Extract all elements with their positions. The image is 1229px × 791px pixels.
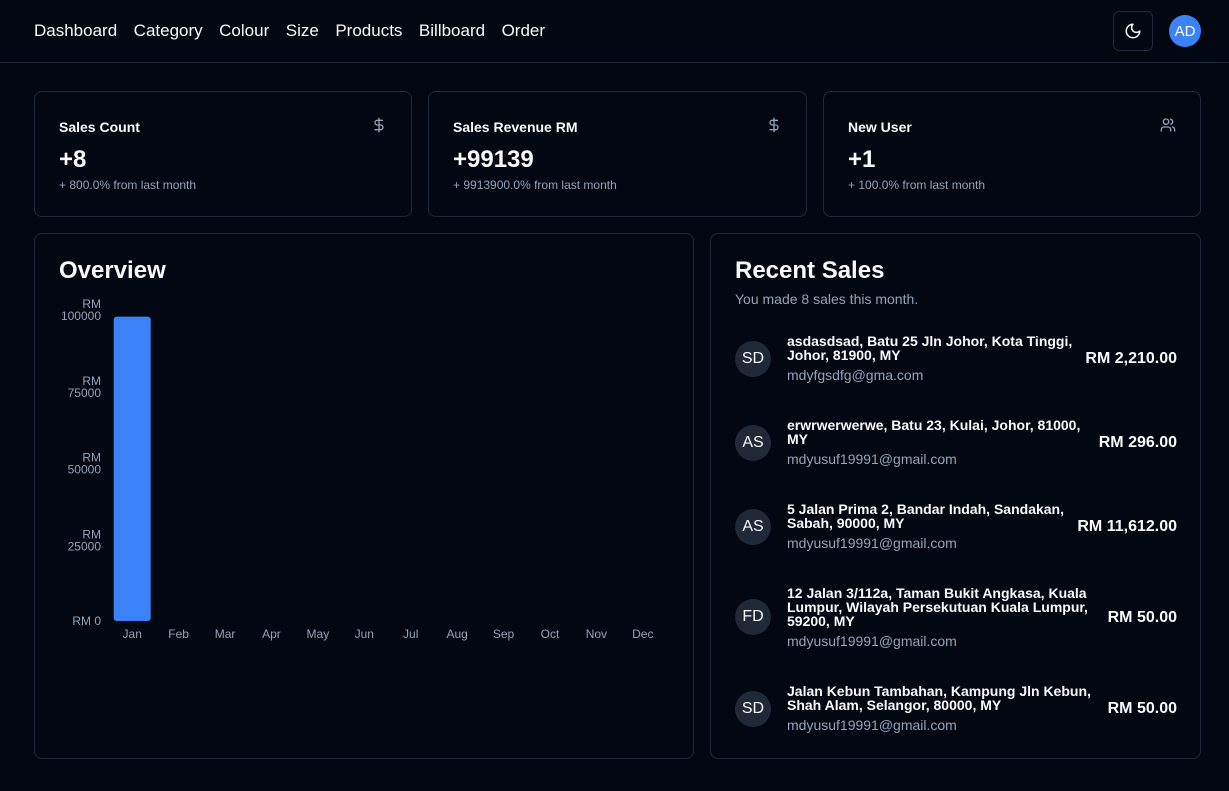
- sale-customer-address: erwrwerwerwe, Batu 23, Kulai, Johor, 810…: [787, 417, 1081, 447]
- moon-icon: [1125, 23, 1141, 39]
- x-tick-label: Apr: [262, 627, 281, 641]
- theme-toggle-button[interactable]: [1113, 11, 1153, 51]
- sale-customer-email: mdyusuf19991@gmail.com: [787, 451, 957, 467]
- sale-customer-email: mdyusuf19991@gmail.com: [787, 535, 957, 551]
- stat-title: Sales Revenue RM: [453, 119, 578, 135]
- stat-change: + 800.0% from last month: [59, 178, 197, 192]
- dollar-icon: [374, 117, 384, 133]
- overview-card: Overview RM 0 RM 25000 RM 50000 RM 75000 RM 1000…: [34, 233, 694, 759]
- stat-change: + 9913900.0% from last month: [453, 178, 617, 192]
- nav-dashboard[interactable]: Dashboard: [34, 21, 117, 41]
- main-nav: Dashboard Category Colour Size Products …: [34, 21, 562, 41]
- sale-amount: RM 50.00: [1107, 700, 1177, 717]
- x-tick-label: Dec: [632, 627, 653, 641]
- recent-sales-title: Recent Sales: [735, 257, 885, 284]
- avatar: AS: [735, 425, 771, 461]
- nav-colour[interactable]: Colour: [219, 21, 269, 41]
- sale-customer-address: 12 Jalan 3/112a, Taman Bukit Angkasa, Ku…: [787, 585, 1088, 629]
- x-tick-label: Nov: [586, 627, 607, 641]
- list-item: AS erwrwerwerwe, Batu 23, Kulai, Johor, …: [735, 418, 1177, 468]
- avatar: FD: [735, 599, 771, 635]
- top-navbar: Dashboard Category Colour Size Products …: [0, 0, 1229, 63]
- stat-card-new-user: New User +1 + 100.0% from last month: [823, 91, 1201, 217]
- x-tick-label: May: [307, 627, 330, 641]
- stat-value: +1: [848, 146, 876, 173]
- sale-customer-email: mdyusuf19991@gmail.com: [787, 717, 957, 733]
- dollar-icon: [769, 117, 779, 133]
- sale-amount: RM 50.00: [1107, 609, 1177, 626]
- nav-billboard[interactable]: Billboard: [419, 21, 485, 41]
- nav-order[interactable]: Order: [502, 21, 545, 41]
- y-tick-label: RM 50000: [68, 451, 102, 477]
- y-tick-label: RM 100000: [61, 297, 101, 323]
- x-tick-label: Feb: [168, 627, 189, 641]
- x-tick-label: Jan: [123, 627, 142, 641]
- list-item: AS 5 Jalan Prima 2, Bandar Indah, Sandak…: [735, 502, 1177, 552]
- avatar: SD: [735, 341, 771, 377]
- nav-products[interactable]: Products: [335, 21, 402, 41]
- recent-sales-card: Recent Sales You made 8 sales this month…: [710, 233, 1201, 759]
- stat-value: +99139: [453, 146, 534, 173]
- stat-change: + 100.0% from last month: [848, 178, 986, 192]
- sale-customer-address: 5 Jalan Prima 2, Bandar Indah, Sandakan,…: [787, 501, 1064, 531]
- sale-customer-email: mdyfgsdfg@gma.com: [787, 367, 924, 383]
- list-item: FD 12 Jalan 3/112a, Taman Bukit Angkasa,…: [735, 586, 1177, 650]
- nav-category[interactable]: Category: [134, 21, 203, 41]
- y-tick-label: RM 0: [72, 614, 101, 628]
- sale-amount: RM 296.00: [1098, 434, 1177, 451]
- sale-customer-email: mdyusuf19991@gmail.com: [787, 633, 957, 649]
- avatar: AS: [735, 509, 771, 545]
- y-tick-label: RM 25000: [68, 527, 102, 553]
- x-tick-label: Jun: [355, 627, 374, 641]
- x-tick-label: Aug: [446, 627, 467, 641]
- sale-amount: RM 2,210.00: [1085, 350, 1177, 367]
- x-tick-label: Jul: [403, 627, 418, 641]
- stat-title: Sales Count: [59, 119, 140, 135]
- stat-value: +8: [59, 146, 87, 173]
- x-tick-label: Oct: [541, 627, 560, 641]
- list-item: SD asdasdsad, Batu 25 Jln Johor, Kota Ti…: [735, 334, 1177, 384]
- stat-card-sales-revenue: Sales Revenue RM +99139 + 9913900.0% fro…: [428, 91, 807, 217]
- sale-customer-address: Jalan Kebun Tambahan, Kampung Jln Kebun,…: [787, 683, 1091, 713]
- recent-sales-subtitle: You made 8 sales this month.: [735, 291, 919, 307]
- sale-amount: RM 11,612.00: [1077, 518, 1177, 535]
- y-tick-label: RM 75000: [68, 374, 102, 400]
- x-tick-label: Sep: [493, 627, 515, 641]
- nav-size[interactable]: Size: [286, 21, 319, 41]
- users-icon: [1160, 118, 1176, 132]
- x-tick-label: Mar: [215, 627, 236, 641]
- overview-bar-chart: RM 0 RM 25000 RM 50000 RM 75000 RM 100000 Jan Feb M…: [61, 297, 654, 641]
- stat-card-sales-count: Sales Count +8 + 800.0% from last month: [34, 91, 412, 217]
- stat-title: New User: [848, 119, 912, 135]
- list-item: SD Jalan Kebun Tambahan, Kampung Jln Keb…: [735, 684, 1177, 734]
- avatar: SD: [735, 691, 771, 727]
- sale-customer-address: asdasdsad, Batu 25 Jln Johor, Kota Tingg…: [787, 333, 1073, 363]
- bar-jan: [113, 316, 151, 621]
- user-avatar[interactable]: AD: [1169, 15, 1201, 47]
